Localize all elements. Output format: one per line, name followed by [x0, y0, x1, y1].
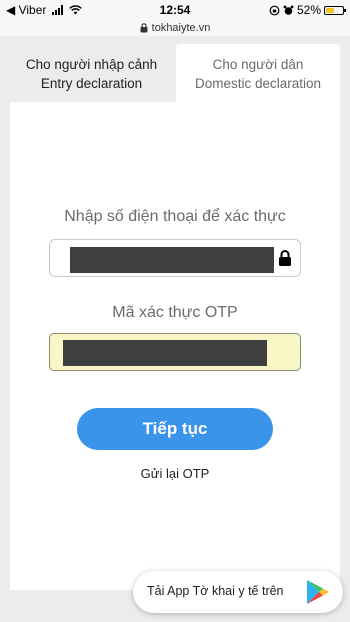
orientation-lock-icon: [269, 5, 280, 15]
phone-input[interactable]: [49, 239, 301, 277]
redacted-otp-value: [63, 340, 267, 366]
battery-icon: [324, 5, 346, 15]
resend-otp-link[interactable]: Gửi lại OTP: [10, 466, 340, 481]
tab-entry-label-en: Entry declaration: [40, 76, 143, 91]
otp-input[interactable]: [49, 333, 301, 371]
battery-level: [326, 7, 335, 13]
status-bar: ◀ Viber 12:54 52%: [0, 0, 350, 22]
otp-label: Mã xác thực OTP: [112, 304, 238, 321]
status-right: 52%: [269, 3, 346, 17]
battery-percent: 52%: [296, 3, 321, 17]
tab-entry-label-vi: Cho người nhập cảnh: [25, 57, 158, 72]
url-text: tokhaiyte.vn: [151, 22, 211, 34]
phone-label: Nhập số điện thoại để xác thực: [64, 208, 286, 225]
continue-button[interactable]: Tiếp tục: [77, 408, 273, 450]
padlock-icon: [140, 23, 148, 33]
tab-domestic-label-vi: Cho người dân: [212, 57, 304, 72]
app-banner-text: Tải App Tờ khai y tế trên: [147, 584, 284, 598]
verification-panel: Nhập số điện thoại để xác thực Mã xác th…: [10, 102, 340, 590]
lock-icon: [279, 250, 291, 266]
app-download-banner[interactable]: Tải App Tờ khai y tế trên: [133, 571, 343, 613]
google-play-icon: [307, 580, 329, 604]
tab-domestic-label-en: Domestic declaration: [194, 76, 322, 91]
url-bar[interactable]: tokhaiyte.vn: [0, 20, 350, 36]
redacted-phone-value: [70, 247, 274, 273]
tab-domestic-declaration[interactable]: Cho người dân Domestic declaration: [176, 44, 340, 102]
alarm-icon: [283, 5, 294, 15]
tab-entry-declaration[interactable]: Cho người nhập cảnh Entry declaration: [10, 44, 173, 102]
